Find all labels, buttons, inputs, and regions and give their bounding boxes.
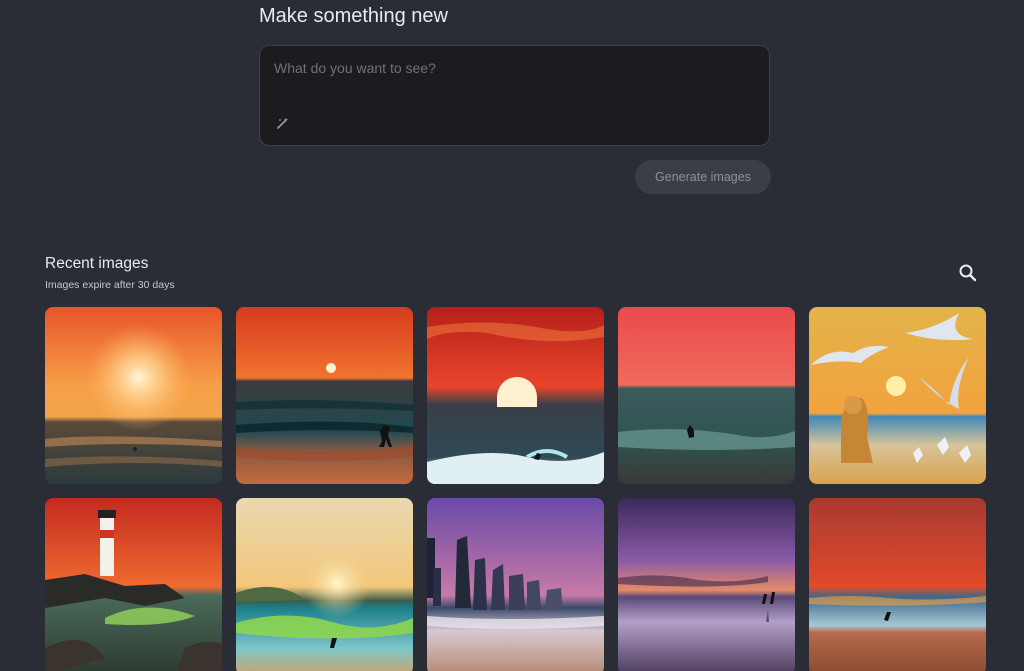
- image-tile-purple-shore[interactable]: [618, 498, 795, 671]
- image-tile-sunset-sea[interactable]: [45, 307, 222, 484]
- purple-shore-image: [618, 498, 795, 671]
- image-tile-city-skyline[interactable]: [427, 498, 604, 671]
- page-title: Make something new: [259, 5, 448, 27]
- image-tile-red-horizon-surfer[interactable]: [809, 498, 986, 671]
- dog-seagulls-image: [809, 307, 986, 484]
- image-generator-page: Make something new Generate images Recen…: [0, 0, 1024, 671]
- image-tile-surfer-green-wave[interactable]: [236, 498, 413, 671]
- pink-surf-image: [618, 307, 795, 484]
- image-tile-lighthouse[interactable]: [45, 498, 222, 671]
- search-icon[interactable]: [956, 261, 980, 285]
- image-tile-surfer-sunset[interactable]: [236, 307, 413, 484]
- recent-images-heading: Recent images: [45, 255, 149, 272]
- sunset-sea-image: [45, 307, 222, 484]
- magic-wand-icon[interactable]: [274, 114, 292, 132]
- surfer-sunset-image: [236, 307, 413, 484]
- expiry-note: Images expire after 30 days: [45, 279, 175, 291]
- surfer-green-wave-image: [236, 498, 413, 671]
- red-sunset-wave-image: [427, 307, 604, 484]
- lighthouse-image: [45, 498, 222, 671]
- image-tile-red-sunset-wave[interactable]: [427, 307, 604, 484]
- prompt-box[interactable]: [259, 45, 770, 146]
- city-skyline-image: [427, 498, 604, 671]
- image-tile-dog-seagulls[interactable]: [809, 307, 986, 484]
- generate-images-button[interactable]: Generate images: [635, 160, 771, 194]
- red-horizon-surfer-image: [809, 498, 986, 671]
- image-tile-pink-surf[interactable]: [618, 307, 795, 484]
- prompt-input[interactable]: [272, 58, 756, 102]
